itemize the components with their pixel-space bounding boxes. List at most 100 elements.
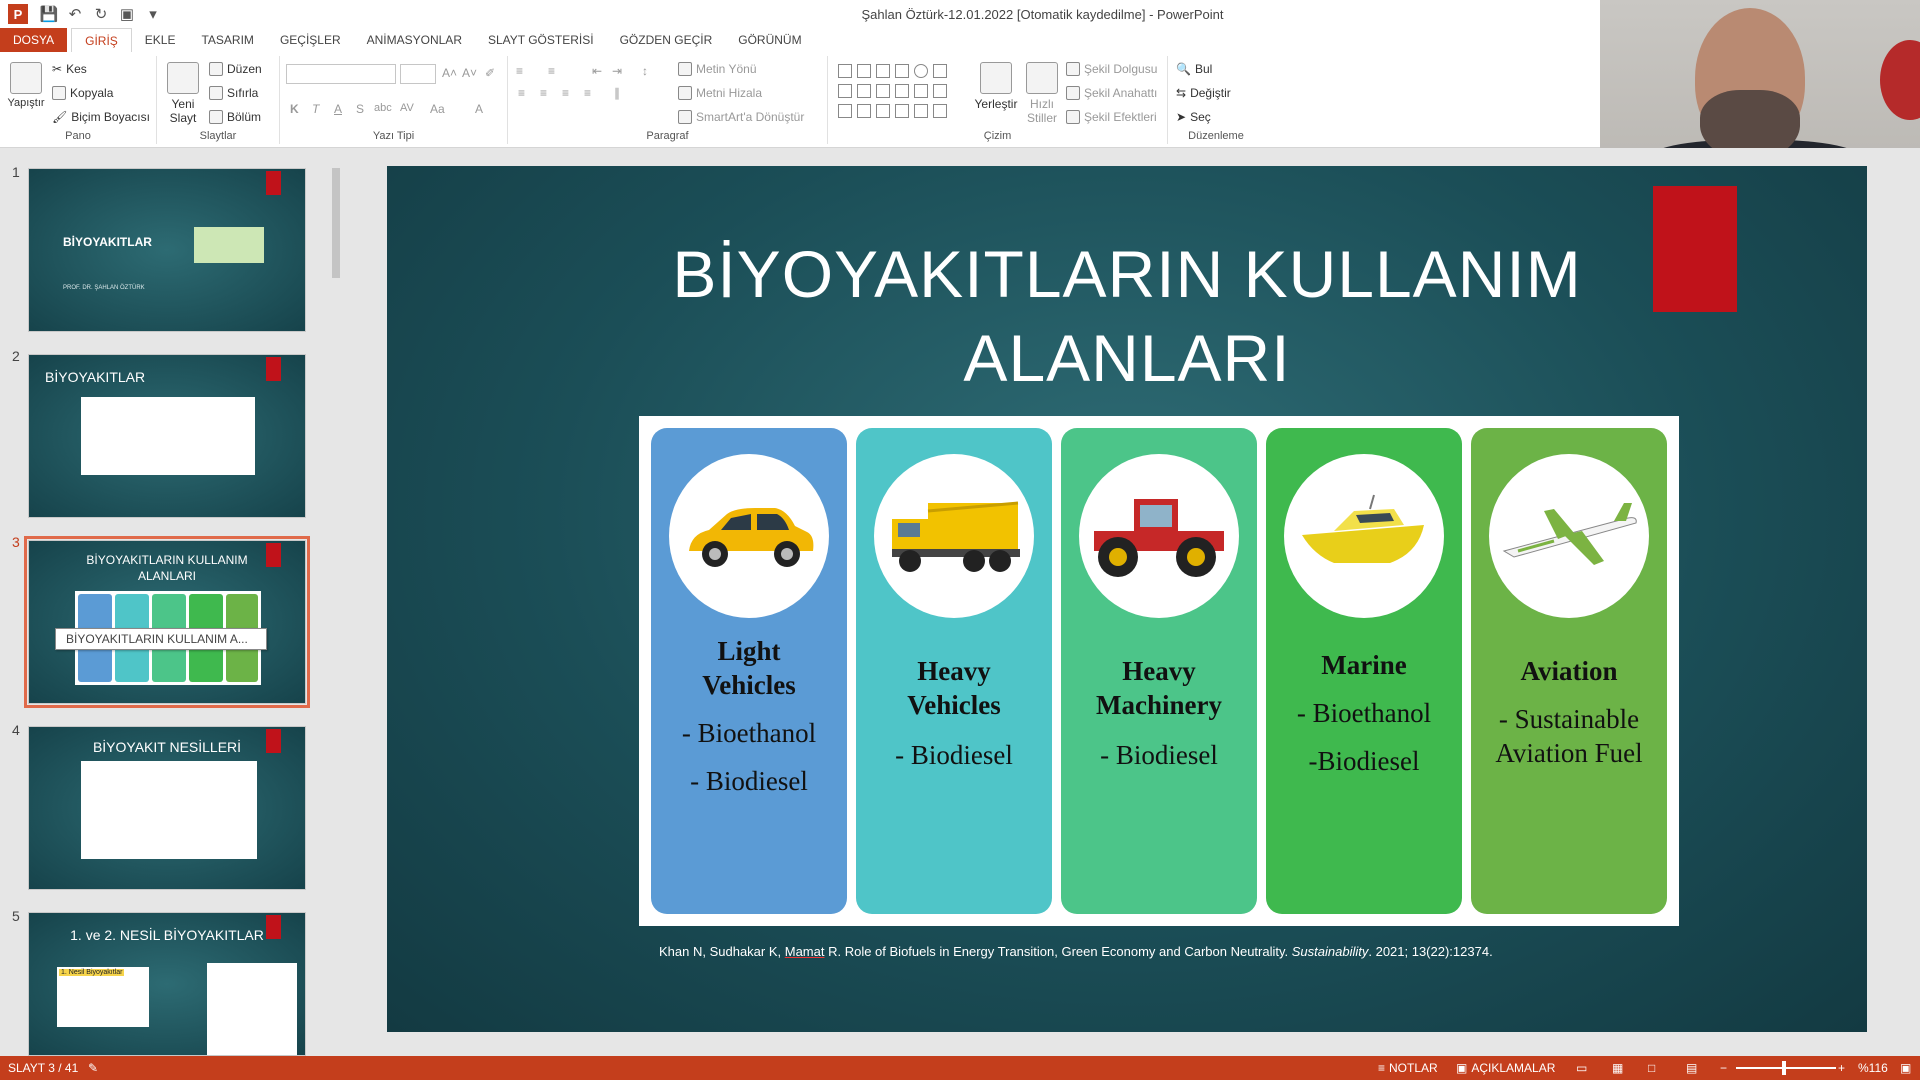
thumbnail-slide-2[interactable]: BİYOYAKITLAR (28, 354, 306, 518)
curve-shape-icon[interactable] (876, 104, 890, 118)
star-shape-icon[interactable] (933, 104, 947, 118)
rectangle-shape-icon[interactable] (895, 64, 909, 78)
shape-fill-button[interactable]: Şekil Dolgusu (1066, 62, 1157, 76)
triangle-shape-icon[interactable] (838, 84, 852, 98)
align-right-icon[interactable]: ≡ (562, 86, 569, 100)
justify-icon[interactable]: ≡ (584, 86, 591, 100)
thumbnails-scrollbar-thumb[interactable] (332, 168, 340, 278)
italic-button[interactable]: T (312, 102, 319, 116)
numbering-icon[interactable]: ≡ (548, 64, 555, 78)
layout-button[interactable]: Düzen (209, 62, 262, 76)
more-shapes-icon[interactable] (952, 64, 966, 78)
arrow-right-shape-icon[interactable] (895, 84, 909, 98)
brace-shape-icon[interactable] (914, 104, 928, 118)
smartart-button[interactable]: SmartArt'a Dönüştür (678, 110, 804, 124)
copy-button[interactable]: Kopyala (52, 86, 113, 100)
normal-view-icon[interactable]: ▭ (1576, 1061, 1587, 1075)
tab-animations[interactable]: ANİMASYONLAR (354, 28, 475, 52)
format-painter-button[interactable]: 🖌 Biçim Boyacısı (52, 110, 150, 124)
line-shape-icon[interactable] (876, 64, 890, 78)
thumbnails-scrollbar[interactable] (330, 156, 342, 1056)
align-center-icon[interactable]: ≡ (540, 86, 547, 100)
select-button[interactable]: ➤ Seç (1176, 110, 1211, 124)
tab-file[interactable]: DOSYA (0, 28, 68, 52)
zoom-out-icon[interactable]: − (1720, 1061, 1727, 1075)
quick-styles-button[interactable]: Hızlı Stiller (1022, 62, 1062, 125)
zoom-slider-handle[interactable] (1782, 1061, 1786, 1075)
find-button[interactable]: 🔍 Bul (1176, 62, 1212, 76)
canvas-scrollbar[interactable] (1906, 200, 1918, 1026)
rounded-rect-shape-icon[interactable] (933, 64, 947, 78)
strikethrough-button[interactable]: abc (374, 102, 392, 114)
callout-shape-icon[interactable] (933, 84, 947, 98)
replace-button[interactable]: ⇆ Değiştir (1176, 86, 1231, 100)
thumbnail-slide-4[interactable]: BİYOYAKIT NESİLLERİ (28, 726, 306, 890)
current-slide[interactable]: BİYOYAKITLARIN KULLANIM ALANLARI Light V… (387, 166, 1867, 1032)
thumbnail-slide-5[interactable]: 1. ve 2. NESİL BİYOYAKITLAR 1. Nesil Biy… (28, 912, 306, 1056)
paste-button[interactable]: Yapıştır (6, 62, 46, 109)
tab-transitions[interactable]: GEÇİŞLER (267, 28, 354, 52)
font-size-select[interactable] (400, 64, 436, 84)
notes-button[interactable]: ≡ NOTLAR (1378, 1061, 1438, 1075)
char-spacing-button[interactable]: AV (400, 102, 414, 114)
tab-slideshow[interactable]: SLAYT GÖSTERİSİ (475, 28, 607, 52)
tab-design[interactable]: TASARIM (188, 28, 266, 52)
shadow-button[interactable]: S (356, 102, 364, 116)
bullets-icon[interactable]: ≡ (516, 64, 523, 78)
shape-outline-button[interactable]: Şekil Anahattı (1066, 86, 1157, 100)
curve-shape-icon[interactable] (838, 104, 852, 118)
arrange-button[interactable]: Yerleştir (974, 62, 1018, 111)
cut-button[interactable]: ✂ Kes (52, 62, 87, 76)
slideshow-icon[interactable]: ▣ (116, 3, 138, 25)
tab-view[interactable]: GÖRÜNÜM (725, 28, 814, 52)
curve-shape-icon[interactable] (857, 104, 871, 118)
clear-format-icon[interactable]: ✐ (485, 66, 495, 80)
tab-insert[interactable]: EKLE (132, 28, 189, 52)
comments-button[interactable]: ▣ AÇIKLAMALAR (1456, 1061, 1555, 1075)
brace-shape-icon[interactable] (895, 104, 909, 118)
textbox-shape-icon[interactable] (838, 64, 852, 78)
font-color-button[interactable]: A (475, 102, 483, 116)
zoom-in-icon[interactable]: + (1838, 1061, 1845, 1075)
arrow-down-shape-icon[interactable] (914, 84, 928, 98)
shapes-gallery[interactable] (836, 62, 970, 122)
thumbnail-slide-3[interactable]: BİYOYAKITLARIN KULLANIM ALANLARI (28, 540, 306, 704)
underline-button[interactable]: A (334, 102, 342, 116)
zoom-slider[interactable] (1736, 1067, 1836, 1069)
change-case-button[interactable]: Aa (430, 102, 445, 116)
font-name-select[interactable] (286, 64, 396, 84)
slide-citation[interactable]: Khan N, Sudhakar K, Mamat R. Role of Bio… (659, 944, 1493, 959)
new-slide-button[interactable]: Yeni Slayt (163, 62, 203, 125)
reset-button[interactable]: Sıfırla (209, 86, 258, 100)
text-direction-button[interactable]: Metin Yönü (678, 62, 757, 76)
slide-sorter-icon[interactable]: ▦ (1612, 1061, 1623, 1075)
align-left-icon[interactable]: ≡ (518, 86, 525, 100)
connector-shape-icon[interactable] (857, 84, 871, 98)
zoom-level[interactable]: %116 (1858, 1061, 1888, 1075)
align-text-button[interactable]: Metni Hizala (678, 86, 762, 100)
decrease-indent-icon[interactable]: ⇤ (592, 64, 602, 78)
oval-shape-icon[interactable] (914, 64, 928, 78)
shape-effects-button[interactable]: Şekil Efektleri (1066, 110, 1157, 124)
spellcheck-icon[interactable]: ✎ (88, 1061, 98, 1075)
slideshow-view-icon[interactable]: ▤ (1686, 1061, 1697, 1075)
connector-shape-icon[interactable] (876, 84, 890, 98)
tab-review[interactable]: GÖZDEN GEÇİR (607, 28, 726, 52)
bold-button[interactable]: K (290, 102, 299, 116)
customize-icon[interactable]: ▾ (142, 3, 164, 25)
slide-title[interactable]: BİYOYAKITLARIN KULLANIM ALANLARI (527, 232, 1727, 400)
reading-view-icon[interactable]: □ (1648, 1061, 1655, 1075)
shapes-expand-icon[interactable] (952, 104, 966, 118)
save-icon[interactable]: 💾 (38, 3, 60, 25)
redo-icon[interactable]: ↻ (90, 3, 112, 25)
increase-font-button[interactable]: A˄ (442, 66, 457, 80)
line-shape-icon[interactable] (857, 64, 871, 78)
undo-icon[interactable]: ↶ (64, 3, 86, 25)
section-button[interactable]: Bölüm (209, 110, 261, 124)
more-shapes-icon[interactable] (952, 84, 966, 98)
fit-slide-icon[interactable]: ▣ (1900, 1061, 1911, 1075)
decrease-font-button[interactable]: A˅ (462, 66, 477, 80)
increase-indent-icon[interactable]: ⇥ (612, 64, 622, 78)
tab-home[interactable]: GİRİŞ (71, 28, 132, 52)
columns-icon[interactable]: ∥ (614, 86, 620, 100)
